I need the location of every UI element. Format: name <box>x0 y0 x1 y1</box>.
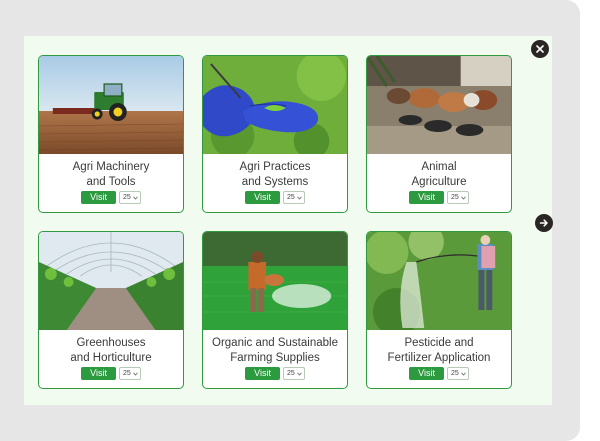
chevron-down-icon <box>461 196 466 200</box>
visit-button[interactable]: Visit <box>81 191 117 204</box>
quantity-select[interactable]: 25 <box>283 367 305 380</box>
visit-button[interactable]: Visit <box>81 367 117 380</box>
title-line: Animal <box>421 161 457 173</box>
quantity-value: 25 <box>287 370 295 377</box>
quantity-value: 25 <box>451 370 459 377</box>
category-card[interactable]: Greenhouses and Horticulture Visit 25 <box>38 231 184 389</box>
quantity-value: 25 <box>123 194 131 201</box>
category-title: Organic and Sustainable Farming Supplies <box>203 336 347 365</box>
visit-button[interactable]: Visit <box>245 191 281 204</box>
visit-button[interactable]: Visit <box>245 367 281 380</box>
quantity-value: 25 <box>451 194 459 201</box>
farmer-spreading-fertilizer-image <box>203 232 347 330</box>
quantity-select[interactable]: 25 <box>119 191 141 204</box>
category-card[interactable]: Pesticide and Fertilizer Application Vis… <box>366 231 512 389</box>
title-line: Fertilizer Application <box>387 351 491 364</box>
visit-button[interactable]: Visit <box>409 367 445 380</box>
cattle-shed-image <box>367 56 511 154</box>
pesticide-spraying-image <box>367 232 511 330</box>
title-line: and Tools <box>86 175 136 188</box>
close-icon <box>536 45 544 53</box>
gloved-hands-seedling-image <box>203 56 347 154</box>
chevron-down-icon <box>133 372 138 376</box>
title-line: Farming Supplies <box>230 351 320 364</box>
category-card[interactable]: Agri Machinery and Tools Visit 25 <box>38 55 184 213</box>
arrow-right-icon <box>539 219 548 227</box>
close-button[interactable] <box>531 40 549 58</box>
category-title: Animal Agriculture <box>367 160 511 189</box>
chevron-down-icon <box>297 196 302 200</box>
chevron-down-icon <box>297 372 302 376</box>
quantity-select[interactable]: 25 <box>447 367 469 380</box>
chevron-down-icon <box>133 196 138 200</box>
title-line: Greenhouses <box>76 337 146 349</box>
quantity-value: 25 <box>123 370 131 377</box>
category-card[interactable]: Organic and Sustainable Farming Supplies… <box>202 231 348 389</box>
quantity-select[interactable]: 25 <box>283 191 305 204</box>
quantity-select[interactable]: 25 <box>447 191 469 204</box>
title-line: Agriculture <box>411 175 467 188</box>
greenhouse-tunnel-image <box>39 232 183 330</box>
title-line: Organic and Sustainable <box>212 337 338 349</box>
tractor-field-image <box>39 56 183 154</box>
category-card[interactable]: Animal Agriculture Visit 25 <box>366 55 512 213</box>
title-line: and Horticulture <box>70 351 152 364</box>
category-title: Agri Machinery and Tools <box>39 160 183 189</box>
chevron-down-icon <box>461 372 466 376</box>
quantity-value: 25 <box>287 194 295 201</box>
title-line: and Systems <box>241 175 309 188</box>
category-title: Agri Practices and Systems <box>203 160 347 189</box>
visit-button[interactable]: Visit <box>409 191 445 204</box>
quantity-select[interactable]: 25 <box>119 367 141 380</box>
next-page-button[interactable] <box>535 214 553 232</box>
category-title: Greenhouses and Horticulture <box>39 336 183 365</box>
title-line: Pesticide and <box>404 337 474 349</box>
category-card[interactable]: Agri Practices and Systems Visit 25 <box>202 55 348 213</box>
title-line: Agri Practices <box>239 161 311 173</box>
category-title: Pesticide and Fertilizer Application <box>367 336 511 365</box>
title-line: Agri Machinery <box>72 161 150 173</box>
